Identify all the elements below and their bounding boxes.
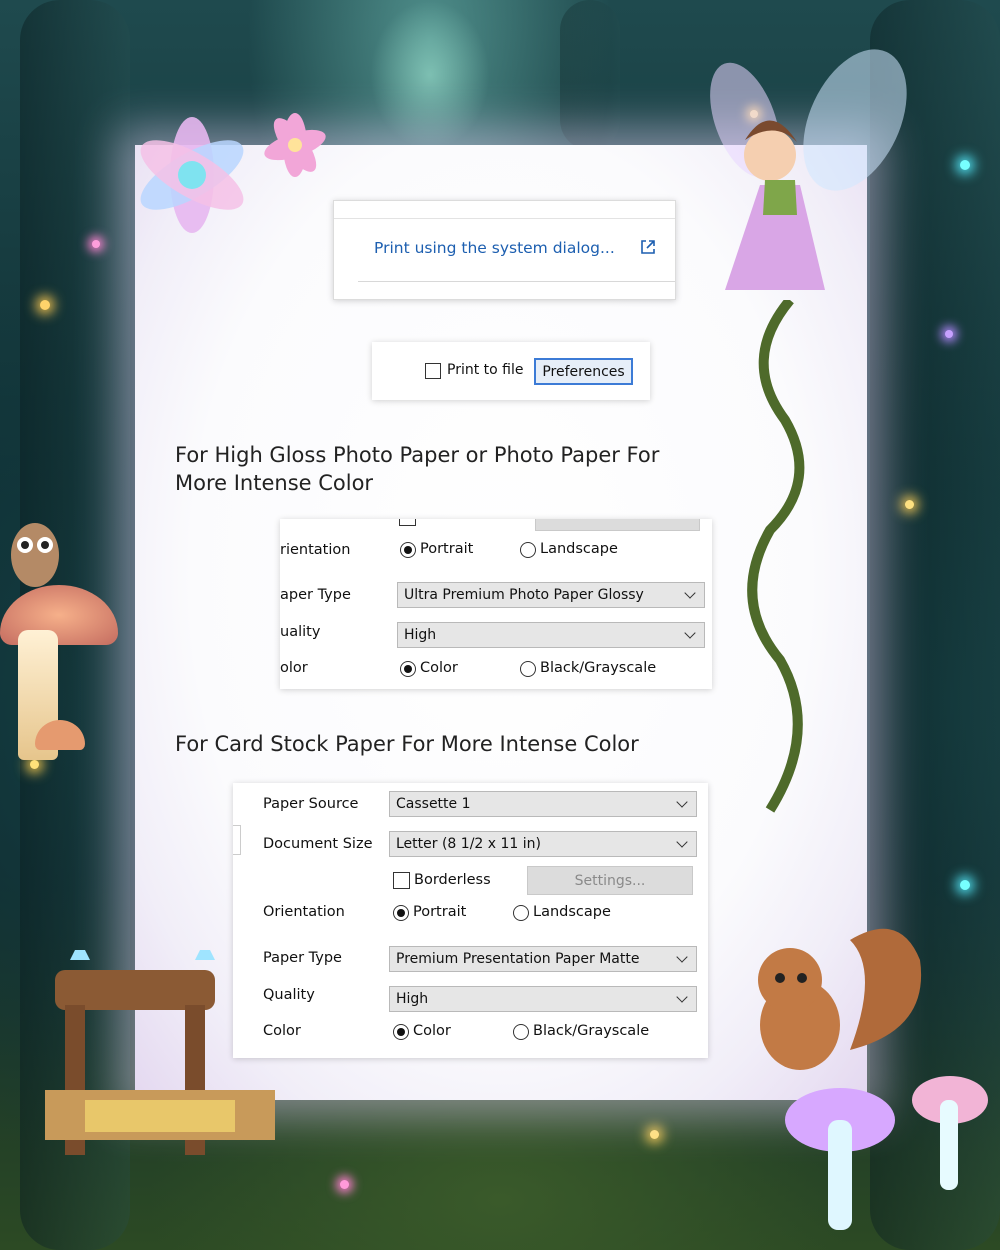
paper-type-label: aper Type bbox=[280, 587, 351, 603]
paper-type-label: Paper Type bbox=[263, 950, 342, 966]
grayscale-radio[interactable] bbox=[513, 1024, 529, 1040]
landscape-radio[interactable] bbox=[520, 542, 536, 558]
landscape-radio[interactable] bbox=[513, 905, 529, 921]
grayscale-radio[interactable] bbox=[520, 661, 536, 677]
section-heading-gloss: For High Gloss Photo Paper or Photo Pape… bbox=[175, 443, 660, 495]
borderless-checkbox[interactable] bbox=[393, 872, 410, 889]
color-radio[interactable] bbox=[400, 661, 416, 677]
external-link-icon[interactable] bbox=[640, 239, 656, 255]
left-edge-tab bbox=[233, 825, 241, 855]
paper-type-select[interactable]: Premium Presentation Paper Matte bbox=[389, 946, 697, 972]
divider bbox=[358, 281, 675, 282]
color-radio[interactable] bbox=[393, 1024, 409, 1040]
chevron-down-icon bbox=[684, 587, 696, 599]
paper-source-label: Paper Source bbox=[263, 796, 359, 812]
paper-type-value: Ultra Premium Photo Paper Glossy bbox=[404, 587, 644, 603]
chevron-down-icon bbox=[684, 627, 696, 639]
color-option-label: Color bbox=[420, 660, 458, 676]
owl-illustration bbox=[11, 523, 59, 587]
quality-label: uality bbox=[280, 624, 321, 640]
grayscale-label: Black/Grayscale bbox=[540, 660, 657, 676]
chevron-down-icon bbox=[676, 951, 688, 963]
paper-type-select[interactable]: Ultra Premium Photo Paper Glossy bbox=[397, 582, 705, 608]
paper-source-select[interactable]: Cassette 1 bbox=[389, 791, 697, 817]
grayscale-label: Black/Grayscale bbox=[533, 1023, 650, 1039]
vine-illustration bbox=[747, 300, 805, 813]
document-size-select[interactable]: Letter (8 1/2 x 11 in) bbox=[389, 831, 697, 857]
divider bbox=[334, 201, 675, 219]
settings-button[interactable] bbox=[535, 519, 700, 531]
orientation-label: Orientation bbox=[263, 904, 345, 920]
pink-flower-illustration bbox=[264, 113, 326, 177]
color-label: olor bbox=[280, 660, 308, 676]
quality-value: High bbox=[396, 991, 429, 1007]
borderless-checkbox[interactable] bbox=[399, 519, 416, 526]
portrait-radio[interactable] bbox=[400, 542, 416, 558]
portrait-radio[interactable] bbox=[393, 905, 409, 921]
document-size-value: Letter (8 1/2 x 11 in) bbox=[396, 836, 541, 852]
print-options-panel: Print to file Preferences bbox=[372, 342, 650, 400]
section-heading-cardstock: For Card Stock Paper For More Intense Co… bbox=[175, 732, 639, 756]
portrait-label: Portrait bbox=[420, 541, 474, 557]
color-label: Color bbox=[263, 1023, 301, 1039]
print-system-dialog-link[interactable]: Print using the system dialog... bbox=[374, 239, 615, 257]
glowing-mushrooms-illustration bbox=[785, 1076, 988, 1230]
cardstock-settings-panel: Paper Source Cassette 1 Document Size Le… bbox=[233, 783, 708, 1058]
quality-select[interactable]: High bbox=[389, 986, 697, 1012]
chevron-down-icon bbox=[676, 796, 688, 808]
paper-source-value: Cassette 1 bbox=[396, 796, 471, 812]
print-to-file-checkbox[interactable] bbox=[425, 363, 441, 379]
squirrel-illustration bbox=[758, 928, 922, 1070]
color-option-label: Color bbox=[413, 1023, 451, 1039]
quality-select[interactable]: High bbox=[397, 622, 705, 648]
quality-label: Quality bbox=[263, 987, 315, 1003]
preferences-button[interactable]: Preferences bbox=[534, 358, 633, 385]
gloss-settings-panel: rientation Portrait Landscape aper Type … bbox=[280, 519, 712, 689]
print-to-file-label: Print to file bbox=[447, 362, 524, 378]
landscape-label: Landscape bbox=[533, 904, 611, 920]
landscape-label: Landscape bbox=[540, 541, 618, 557]
chevron-down-icon bbox=[676, 836, 688, 848]
settings-button[interactable]: Settings... bbox=[527, 866, 693, 895]
paper-type-value: Premium Presentation Paper Matte bbox=[396, 951, 640, 967]
system-dialog-panel: Print using the system dialog... bbox=[333, 200, 676, 300]
quality-value: High bbox=[404, 627, 437, 643]
orientation-label: rientation bbox=[280, 542, 351, 558]
chevron-down-icon bbox=[676, 991, 688, 1003]
document-size-label: Document Size bbox=[263, 836, 373, 852]
fairy-illustration bbox=[710, 49, 907, 290]
borderless-label: Borderless bbox=[414, 872, 491, 888]
portrait-label: Portrait bbox=[413, 904, 467, 920]
